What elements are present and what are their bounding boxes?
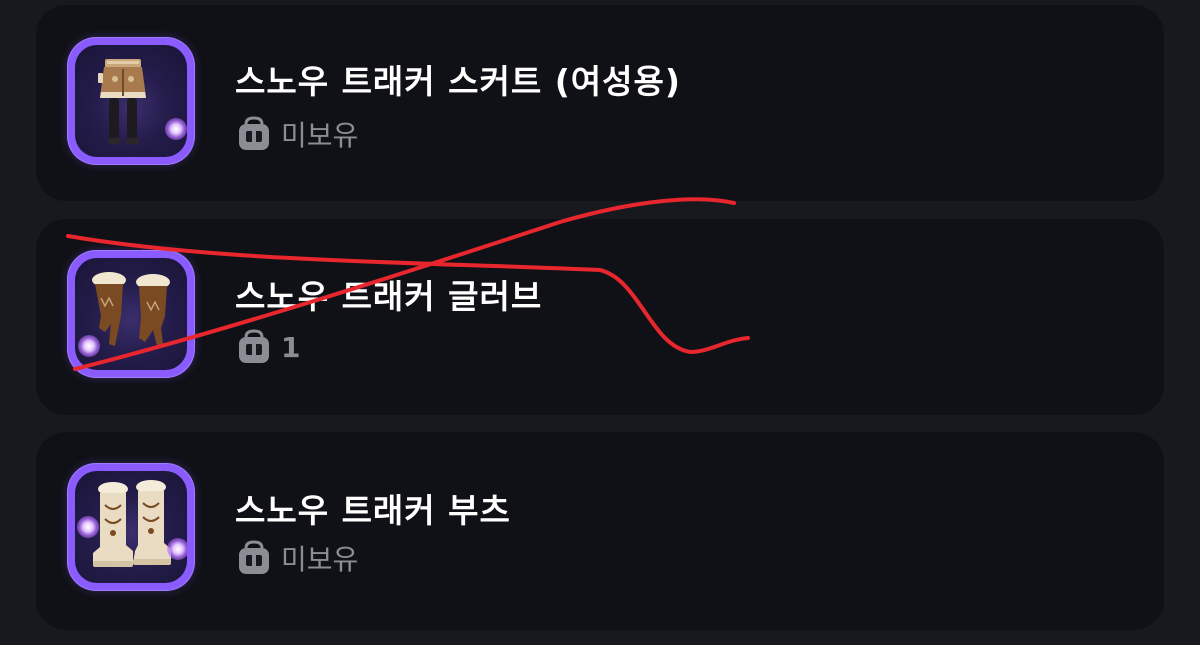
item-status: 미보유 <box>237 538 358 578</box>
item-card-skirt[interactable]: 스노우 트래커 스커트 (여성용) 미보유 <box>36 5 1164 201</box>
item-list: 스노우 트래커 스커트 (여성용) 미보유 스노우 트래커 글러브 1 스노우 … <box>0 0 1200 645</box>
bag-icon <box>239 116 269 150</box>
skirt-icon <box>75 45 187 157</box>
status-text: 미보유 <box>281 119 359 152</box>
status-text: 미보유 <box>281 543 359 576</box>
item-status: 1 <box>237 329 300 365</box>
item-name: 스노우 트래커 글러브 <box>235 277 543 316</box>
item-name: 스노우 트래커 스커트 (여성용) <box>235 62 681 101</box>
bag-icon <box>239 329 269 363</box>
bag-icon <box>239 540 269 574</box>
item-icon-frame <box>68 38 194 164</box>
boots-icon <box>75 471 187 583</box>
item-icon-frame <box>68 251 194 377</box>
owned-count: 1 <box>281 330 301 364</box>
item-card-gloves[interactable]: 스노우 트래커 글러브 1 <box>36 219 1164 415</box>
item-icon-frame <box>68 464 194 590</box>
item-card-boots[interactable]: 스노우 트래커 부츠 미보유 <box>36 432 1164 630</box>
gloves-icon <box>75 258 187 370</box>
item-name: 스노우 트래커 부츠 <box>235 491 511 530</box>
item-status: 미보유 <box>237 114 358 154</box>
